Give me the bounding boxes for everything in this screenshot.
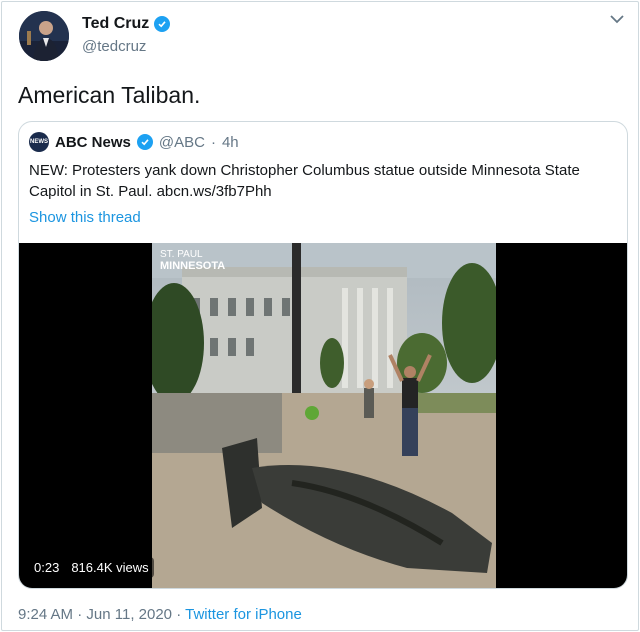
quoted-tweet-header: NEWS ABC News @ABC · 4h bbox=[29, 132, 239, 152]
tweet-card: Ted Cruz @tedcruz American Taliban. NEWS… bbox=[1, 1, 639, 631]
tweet-time[interactable]: 9:24 AM bbox=[18, 606, 73, 623]
logo-text: NEWS bbox=[30, 139, 48, 145]
video-duration: 0:23 bbox=[34, 560, 60, 575]
tweet-date[interactable]: Jun 11, 2020 bbox=[86, 606, 172, 623]
avatar-image bbox=[19, 11, 69, 61]
location-overlay-line1: ST. PAUL bbox=[160, 249, 203, 260]
author-name[interactable]: Ted Cruz bbox=[82, 15, 149, 33]
tweet-source-link[interactable]: Twitter for iPhone bbox=[185, 606, 302, 623]
footer-separator: · bbox=[176, 606, 182, 623]
quoted-tweet-text: NEW: Protesters yank down Christopher Co… bbox=[29, 162, 580, 200]
location-overlay-line2: MINNESOTA bbox=[160, 260, 225, 272]
quoted-author-name[interactable]: ABC News bbox=[55, 134, 131, 151]
quoted-tweet[interactable]: NEWS ABC News @ABC · 4h NEW: Protesters … bbox=[18, 121, 628, 589]
tweet-text: American Taliban. bbox=[18, 82, 201, 108]
video-views: 816.4K views bbox=[71, 560, 149, 575]
show-thread-link[interactable]: Show this thread bbox=[29, 209, 141, 226]
video-stats-badge: 0:23 816.4K views bbox=[29, 557, 154, 578]
abc-news-logo-icon[interactable]: NEWS bbox=[29, 132, 49, 152]
video-player[interactable]: ST. PAUL MINNESOTA 0:23 816.4K views bbox=[19, 243, 627, 588]
quoted-author-handle[interactable]: @ABC bbox=[159, 134, 205, 151]
author-name-row[interactable]: Ted Cruz bbox=[82, 15, 171, 33]
tweet-footer: 9:24 AM · Jun 11, 2020 · Twitter for iPh… bbox=[18, 606, 302, 623]
verified-badge-icon bbox=[136, 134, 153, 150]
author-handle[interactable]: @tedcruz bbox=[82, 38, 146, 55]
meta-separator: · bbox=[210, 133, 216, 151]
chevron-down-icon[interactable] bbox=[610, 14, 624, 24]
quoted-timestamp[interactable]: 4h bbox=[222, 134, 239, 151]
video-thumbnail[interactable]: ST. PAUL MINNESOTA bbox=[152, 243, 496, 588]
avatar[interactable] bbox=[19, 11, 69, 61]
footer-separator: · bbox=[77, 606, 83, 623]
verified-badge-icon bbox=[154, 16, 171, 32]
